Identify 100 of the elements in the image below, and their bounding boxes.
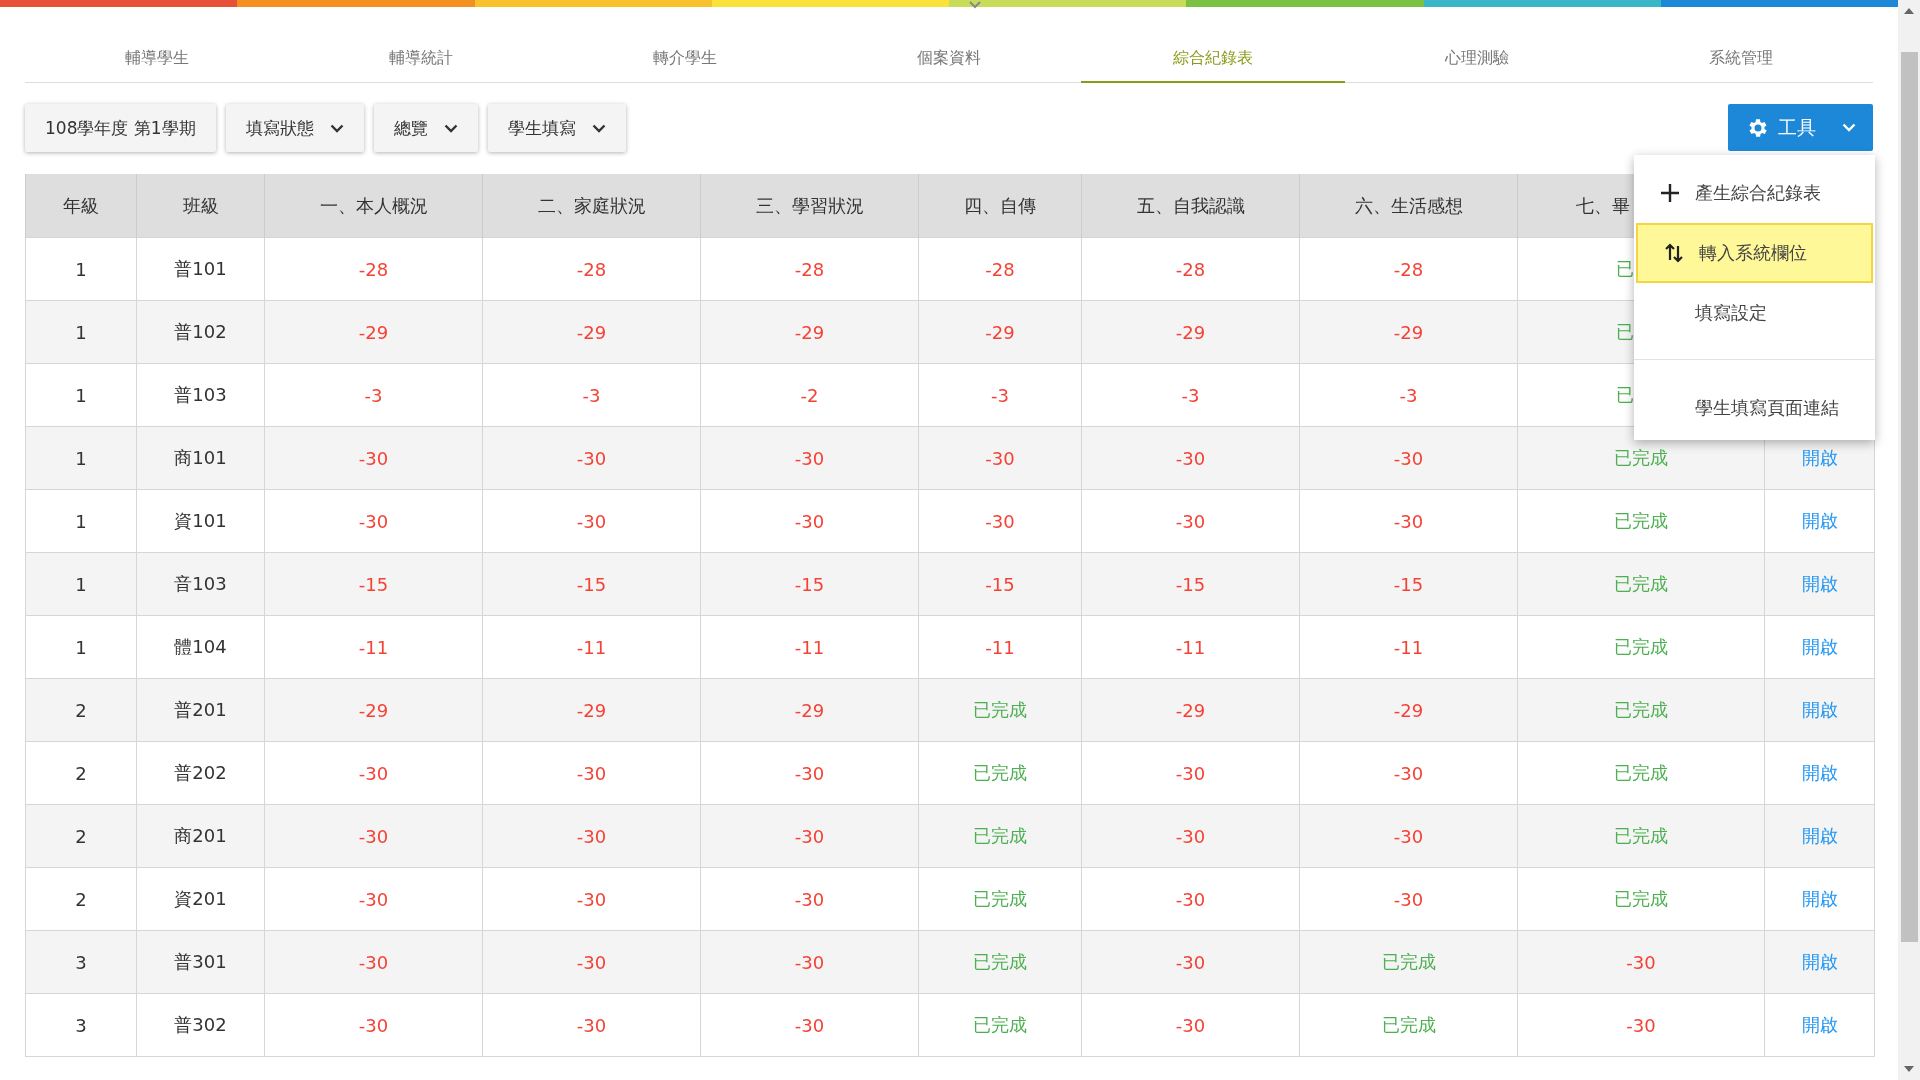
status-cell: 已完成 <box>1614 825 1668 846</box>
menu-item[interactable]: 產生綜合紀錄表 <box>1634 163 1875 223</box>
table-cell: 體104 <box>174 636 227 657</box>
menu-item[interactable]: 轉入系統欄位 <box>1636 223 1873 283</box>
status-cell: 已完成 <box>973 1014 1027 1035</box>
nav-tab[interactable]: 系統管理 <box>1609 48 1873 83</box>
tools-button[interactable]: 工具 <box>1728 104 1873 151</box>
count-cell: -29 <box>576 321 607 343</box>
count-cell: -11 <box>358 636 389 658</box>
column-header: 七、畢 <box>1576 194 1630 216</box>
nav-tab[interactable]: 轉介學生 <box>553 48 817 83</box>
count-cell: -15 <box>1175 573 1206 595</box>
count-cell: -30 <box>794 951 825 973</box>
count-cell: -30 <box>1393 825 1424 847</box>
scrollbar[interactable] <box>1898 0 1920 1080</box>
scrollbar-thumb[interactable] <box>1900 52 1918 942</box>
open-link[interactable]: 開啟 <box>1801 762 1838 783</box>
open-link[interactable]: 開啟 <box>1801 888 1838 909</box>
count-cell: -30 <box>576 510 607 532</box>
nav-tab[interactable]: 輔導學生 <box>25 48 289 83</box>
open-link[interactable]: 開啟 <box>1801 573 1838 594</box>
count-cell: -15 <box>1393 573 1424 595</box>
count-cell: -3 <box>991 384 1009 406</box>
count-cell: -30 <box>1175 951 1206 973</box>
count-cell: -30 <box>985 510 1015 532</box>
count-cell: -30 <box>576 825 607 847</box>
count-cell: -29 <box>985 321 1015 343</box>
count-cell: -11 <box>576 636 607 658</box>
status-cell: 已完成 <box>1614 573 1668 594</box>
scroll-down-icon[interactable] <box>1904 1066 1914 1072</box>
chevron-down-icon <box>329 123 344 133</box>
count-cell: -30 <box>1175 762 1206 784</box>
count-cell: -30 <box>576 1014 607 1036</box>
count-cell: -29 <box>576 699 607 721</box>
count-cell: -30 <box>1175 888 1206 910</box>
column-header: 五、自我認識 <box>1136 194 1245 216</box>
status-cell: 已完成 <box>1614 888 1668 909</box>
collapse-icon[interactable] <box>967 0 983 10</box>
chevron-down-icon <box>1841 123 1856 132</box>
chevron-down-icon <box>443 123 458 133</box>
nav-tab[interactable]: 輔導統計 <box>289 48 553 83</box>
table-cell: 普103 <box>174 384 227 405</box>
table-cell: 普302 <box>174 1014 227 1035</box>
count-cell: -30 <box>1175 1014 1206 1036</box>
count-cell: -30 <box>1626 1014 1656 1036</box>
count-cell: -30 <box>794 447 825 469</box>
count-cell: -30 <box>794 825 825 847</box>
count-cell: -30 <box>794 888 825 910</box>
table-cell: 1 <box>75 573 87 595</box>
count-cell: -29 <box>794 321 825 343</box>
count-cell: -30 <box>358 762 389 784</box>
count-cell: -15 <box>985 573 1015 595</box>
table-cell: 2 <box>75 888 87 910</box>
open-link[interactable]: 開啟 <box>1801 951 1838 972</box>
open-link[interactable]: 開啟 <box>1801 1014 1838 1035</box>
count-cell: -3 <box>1181 384 1200 406</box>
open-link[interactable]: 開啟 <box>1801 825 1838 846</box>
count-cell: -30 <box>358 951 389 973</box>
open-link[interactable]: 開啟 <box>1801 636 1838 657</box>
filter-dropdown[interactable]: 總覽 <box>373 104 478 152</box>
open-link[interactable]: 開啟 <box>1801 510 1838 531</box>
nav-tab[interactable]: 綜合紀錄表 <box>1081 48 1345 83</box>
open-link[interactable]: 開啟 <box>1801 447 1838 468</box>
menu-item[interactable]: 填寫設定 <box>1634 283 1875 343</box>
plus-icon <box>1659 182 1681 204</box>
filter-dropdown[interactable]: 學生填寫 <box>487 104 626 152</box>
table-cell: 2 <box>75 699 87 721</box>
menu-item[interactable]: 學生填寫頁面連結 <box>1634 378 1875 438</box>
table-cell: 普202 <box>174 762 227 783</box>
scroll-up-icon[interactable] <box>1904 8 1914 14</box>
count-cell: -30 <box>358 447 389 469</box>
table-cell: 普301 <box>174 951 227 972</box>
nav-tab[interactable]: 個案資料 <box>817 48 1081 83</box>
count-cell: -29 <box>358 321 389 343</box>
count-cell: -30 <box>794 510 825 532</box>
nav-tab[interactable]: 心理測驗 <box>1345 48 1609 83</box>
count-cell: -28 <box>985 258 1015 280</box>
count-cell: -28 <box>1175 258 1206 280</box>
count-cell: -29 <box>1393 699 1424 721</box>
column-header: 四、自傳 <box>964 194 1036 216</box>
count-cell: -30 <box>1175 447 1206 469</box>
count-cell: -29 <box>358 699 389 721</box>
status-cell: 已完成 <box>1614 510 1668 531</box>
open-link[interactable]: 開啟 <box>1801 699 1838 720</box>
status-cell: 已 <box>1616 384 1634 405</box>
count-cell: -11 <box>1393 636 1424 658</box>
count-cell: -11 <box>985 636 1015 658</box>
count-cell: -30 <box>576 888 607 910</box>
term-button[interactable]: 108學年度 第1學期 <box>25 104 216 152</box>
table-cell: 3 <box>75 951 87 973</box>
status-cell: 已完成 <box>1614 447 1668 468</box>
count-cell: -2 <box>800 384 819 406</box>
table-cell: 商201 <box>174 825 227 846</box>
status-cell: 已 <box>1616 321 1634 342</box>
status-cell: 已 <box>1616 258 1634 279</box>
filter-dropdown[interactable]: 填寫狀態 <box>225 104 364 152</box>
count-cell: -28 <box>794 258 825 280</box>
count-cell: -30 <box>576 762 607 784</box>
count-cell: -29 <box>1393 321 1424 343</box>
count-cell: -30 <box>576 951 607 973</box>
